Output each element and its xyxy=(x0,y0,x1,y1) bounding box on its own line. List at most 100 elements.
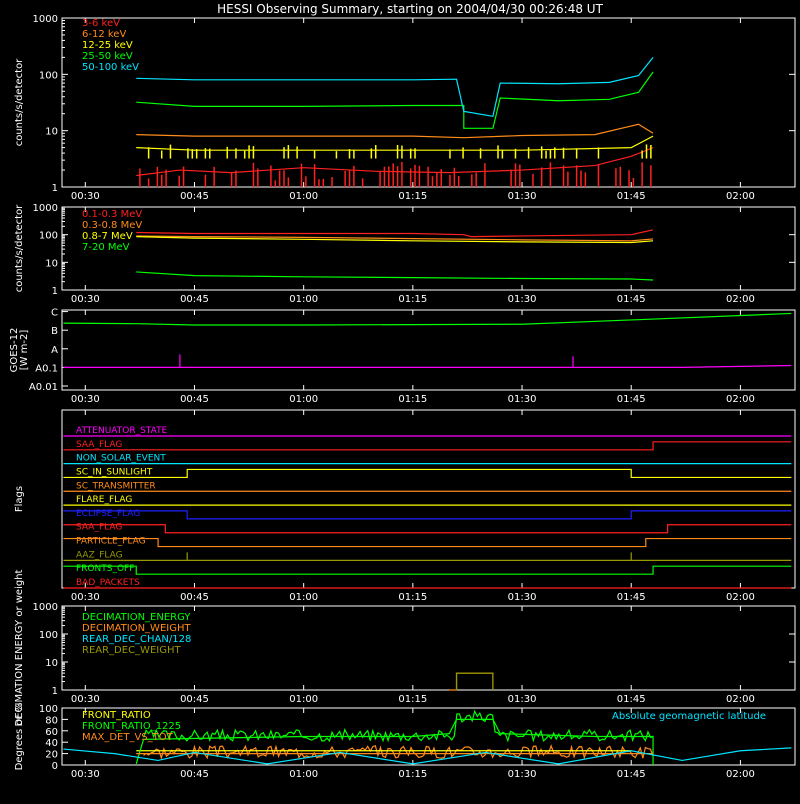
legend-entry: 12-25 keV xyxy=(82,40,133,51)
flag-line-ECLIPSE_FLAG xyxy=(63,510,792,520)
observing-summary: HESSI Observing Summary, starting on 200… xyxy=(0,0,800,800)
legend-entry: 0.8-7 MeV xyxy=(82,231,133,242)
panel-goes-ylabel: [W m-2] xyxy=(19,330,30,371)
panel-flags-ylabel: Flags xyxy=(14,486,25,512)
legend-entry: 0.1-0.3 MeV xyxy=(82,209,142,220)
series-12-25 keV xyxy=(136,135,654,151)
legend-entry: FRONT_RATIO_1225 xyxy=(82,721,181,732)
legend-entry: 0.3-0.8 MeV xyxy=(82,220,142,231)
flag-label: NON_SOLAR_EVENT xyxy=(76,454,166,464)
series-goes-short xyxy=(63,354,792,368)
panel-counts-low-ylabel: counts/s/detector xyxy=(14,58,25,146)
x-tick-label: 00:30 xyxy=(71,769,100,780)
y-tick-label: 60 xyxy=(45,727,58,738)
legend-entry: FRONT_RATIO xyxy=(82,710,151,721)
y-tick-label: 1000 xyxy=(33,203,58,214)
figure-title: HESSI Observing Summary, starting on 200… xyxy=(217,2,603,16)
series-DECIMATION_WEIGHT xyxy=(449,672,494,691)
x-tick-label: 01:30 xyxy=(508,769,537,780)
x-tick-label: 01:00 xyxy=(289,294,318,305)
y-tick-label: 1000 xyxy=(33,14,58,25)
x-tick-label: 00:30 xyxy=(71,592,100,603)
x-tick-label: 02:00 xyxy=(726,694,755,705)
y-tick-label: A xyxy=(51,345,58,356)
x-tick-label: 02:00 xyxy=(726,394,755,405)
flag-label: SAA_FLAG xyxy=(76,440,122,450)
y-tick-label: C xyxy=(51,308,58,319)
x-tick-label: 00:45 xyxy=(180,394,209,405)
x-tick-label: 01:30 xyxy=(508,294,537,305)
x-tick-label: 00:30 xyxy=(71,191,100,202)
flag-line-FRONTS_OFF xyxy=(63,565,792,575)
x-tick-label: 00:30 xyxy=(71,294,100,305)
legend-entry: REAR_DEC_WEIGHT xyxy=(82,645,181,656)
legend-entry: DECIMATION_ENERGY xyxy=(82,612,191,623)
panel-counts-low-frame xyxy=(61,17,796,188)
x-tick-label: 01:45 xyxy=(617,294,646,305)
series-0.8-7 MeV xyxy=(136,236,654,244)
legend-entry: REAR_DEC_CHAN/128 xyxy=(82,634,191,645)
y-tick-label: 1 xyxy=(52,686,58,697)
legend-entry: 25-50 keV xyxy=(82,51,133,62)
x-tick-label: 00:45 xyxy=(180,592,209,603)
panel-ratios-ylabel: Degrees or % xyxy=(14,703,25,771)
x-tick-label: 01:15 xyxy=(398,394,427,405)
x-tick-label: 00:45 xyxy=(180,694,209,705)
y-tick-label: 40 xyxy=(45,738,58,749)
y-tick-label: 0 xyxy=(52,761,58,772)
y-tick-label: 10 xyxy=(45,658,58,669)
y-tick-label: 100 xyxy=(39,70,58,81)
y-tick-label: 100 xyxy=(39,704,58,715)
x-tick-label: 00:45 xyxy=(180,769,209,780)
x-tick-label: 01:15 xyxy=(398,694,427,705)
x-tick-label: 02:00 xyxy=(726,769,755,780)
x-tick-label: 01:00 xyxy=(289,394,318,405)
y-tick-label: B xyxy=(51,326,58,337)
series-0.1-0.3 MeV xyxy=(136,229,654,238)
legend-entry: DECIMATION_WEIGHT xyxy=(82,623,191,634)
flag-label: BAD_PACKETS xyxy=(76,578,140,588)
x-tick-label: 01:15 xyxy=(398,294,427,305)
series-7-20 MeV xyxy=(136,271,654,281)
x-tick-label: 01:00 xyxy=(289,592,318,603)
x-tick-label: 01:45 xyxy=(617,769,646,780)
x-tick-label: 02:00 xyxy=(726,294,755,305)
flag-label: SC_IN_SUNLIGHT xyxy=(76,467,153,477)
series-50-100 keV xyxy=(136,57,654,117)
x-tick-label: 00:45 xyxy=(180,294,209,305)
y-tick-label: A0.1 xyxy=(35,363,58,374)
panel-counts-high-ylabel: counts/s/detector xyxy=(14,204,25,292)
x-tick-label: 01:00 xyxy=(289,191,318,202)
flag-line-AAZ_FLAG xyxy=(63,552,792,561)
x-tick-label: 01:30 xyxy=(508,394,537,405)
y-tick-label: 1 xyxy=(52,286,58,297)
x-tick-label: 01:30 xyxy=(508,191,537,202)
x-tick-label: 02:00 xyxy=(726,592,755,603)
y-tick-label: 20 xyxy=(45,750,58,761)
legend-entry: 50-100 keV xyxy=(82,62,139,73)
flag-line-SAA_FLAG xyxy=(63,441,792,451)
flag-line-SAA_FLAG xyxy=(63,524,792,534)
x-tick-label: 01:30 xyxy=(508,592,537,603)
x-tick-label: 01:15 xyxy=(398,191,427,202)
x-tick-label: 00:30 xyxy=(71,694,100,705)
panel-goes-frame xyxy=(61,309,796,391)
series-FRONT_RATIO_1225 xyxy=(135,718,654,765)
latitude-annotation: Absolute geomagnetic latitude xyxy=(612,711,766,722)
x-tick-label: 01:45 xyxy=(617,694,646,705)
x-tick-label: 00:45 xyxy=(180,191,209,202)
x-tick-label: 01:45 xyxy=(617,191,646,202)
flag-label: AAZ_FLAG xyxy=(76,550,123,560)
x-tick-label: 01:45 xyxy=(617,592,646,603)
legend-entry: 3-6 keV xyxy=(82,18,120,29)
flag-line-SC_IN_SUNLIGHT xyxy=(63,468,792,479)
legend-entry: MAX_DET_VS_TOT xyxy=(82,732,174,743)
y-tick-label: 10 xyxy=(45,127,58,138)
legend-entry: 6-12 keV xyxy=(82,29,126,40)
x-tick-label: 02:00 xyxy=(726,191,755,202)
x-tick-label: 01:30 xyxy=(508,694,537,705)
y-tick-label: 80 xyxy=(45,715,58,726)
y-tick-label: 1000 xyxy=(33,602,58,613)
x-tick-label: 01:45 xyxy=(617,394,646,405)
x-tick-label: 01:15 xyxy=(398,592,427,603)
